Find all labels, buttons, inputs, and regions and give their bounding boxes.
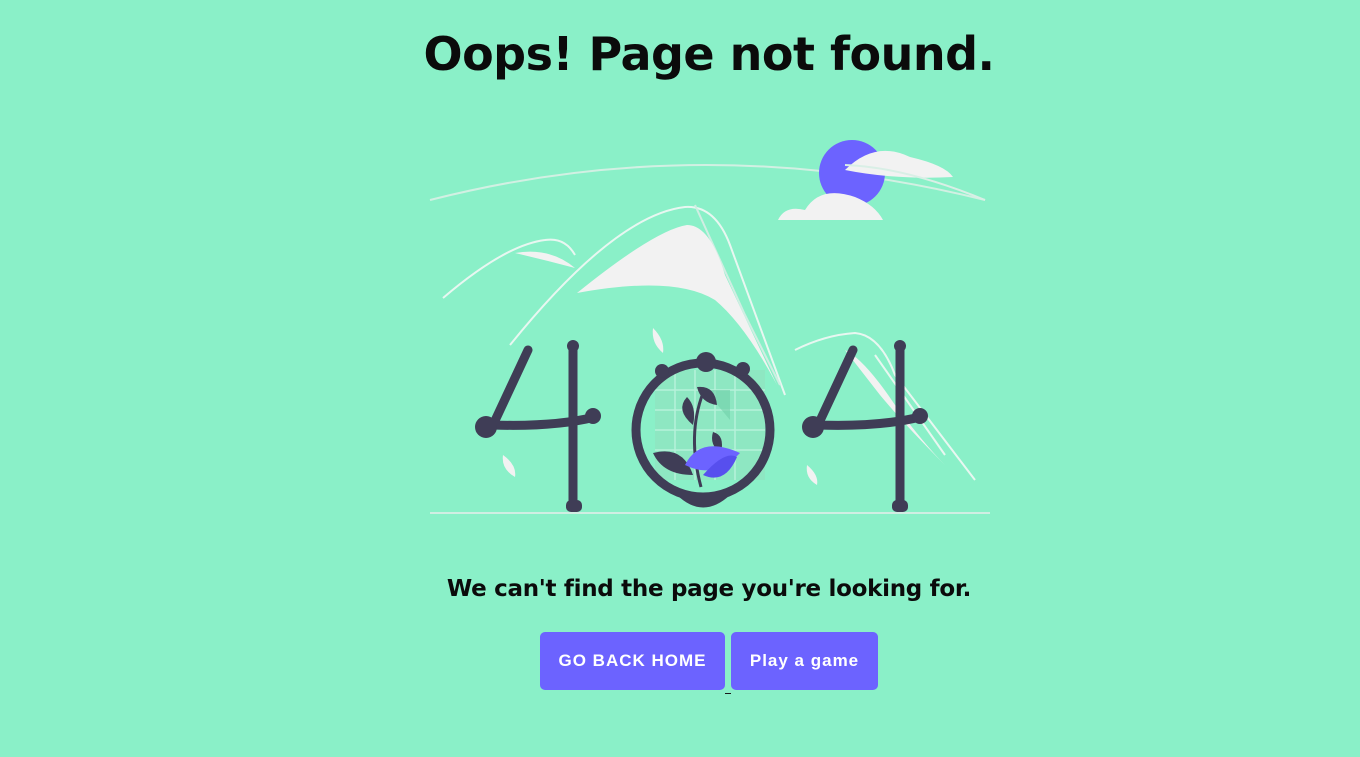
404-illustration [425,135,995,520]
page-title: Oops! Page not found. [423,27,995,81]
not-found-page: Oops! Page not found. We can't find the … [0,0,1360,757]
page-subtitle: We can't find the page you're looking fo… [446,576,972,602]
link-gap-underline [725,660,731,694]
go-back-home-button[interactable]: GO BACK HOME [540,632,725,690]
action-buttons: GO BACK HOME Play a game [540,632,878,694]
404-mountains-plant-icon [429,140,990,514]
play-a-game-button[interactable]: Play a game [731,632,878,690]
